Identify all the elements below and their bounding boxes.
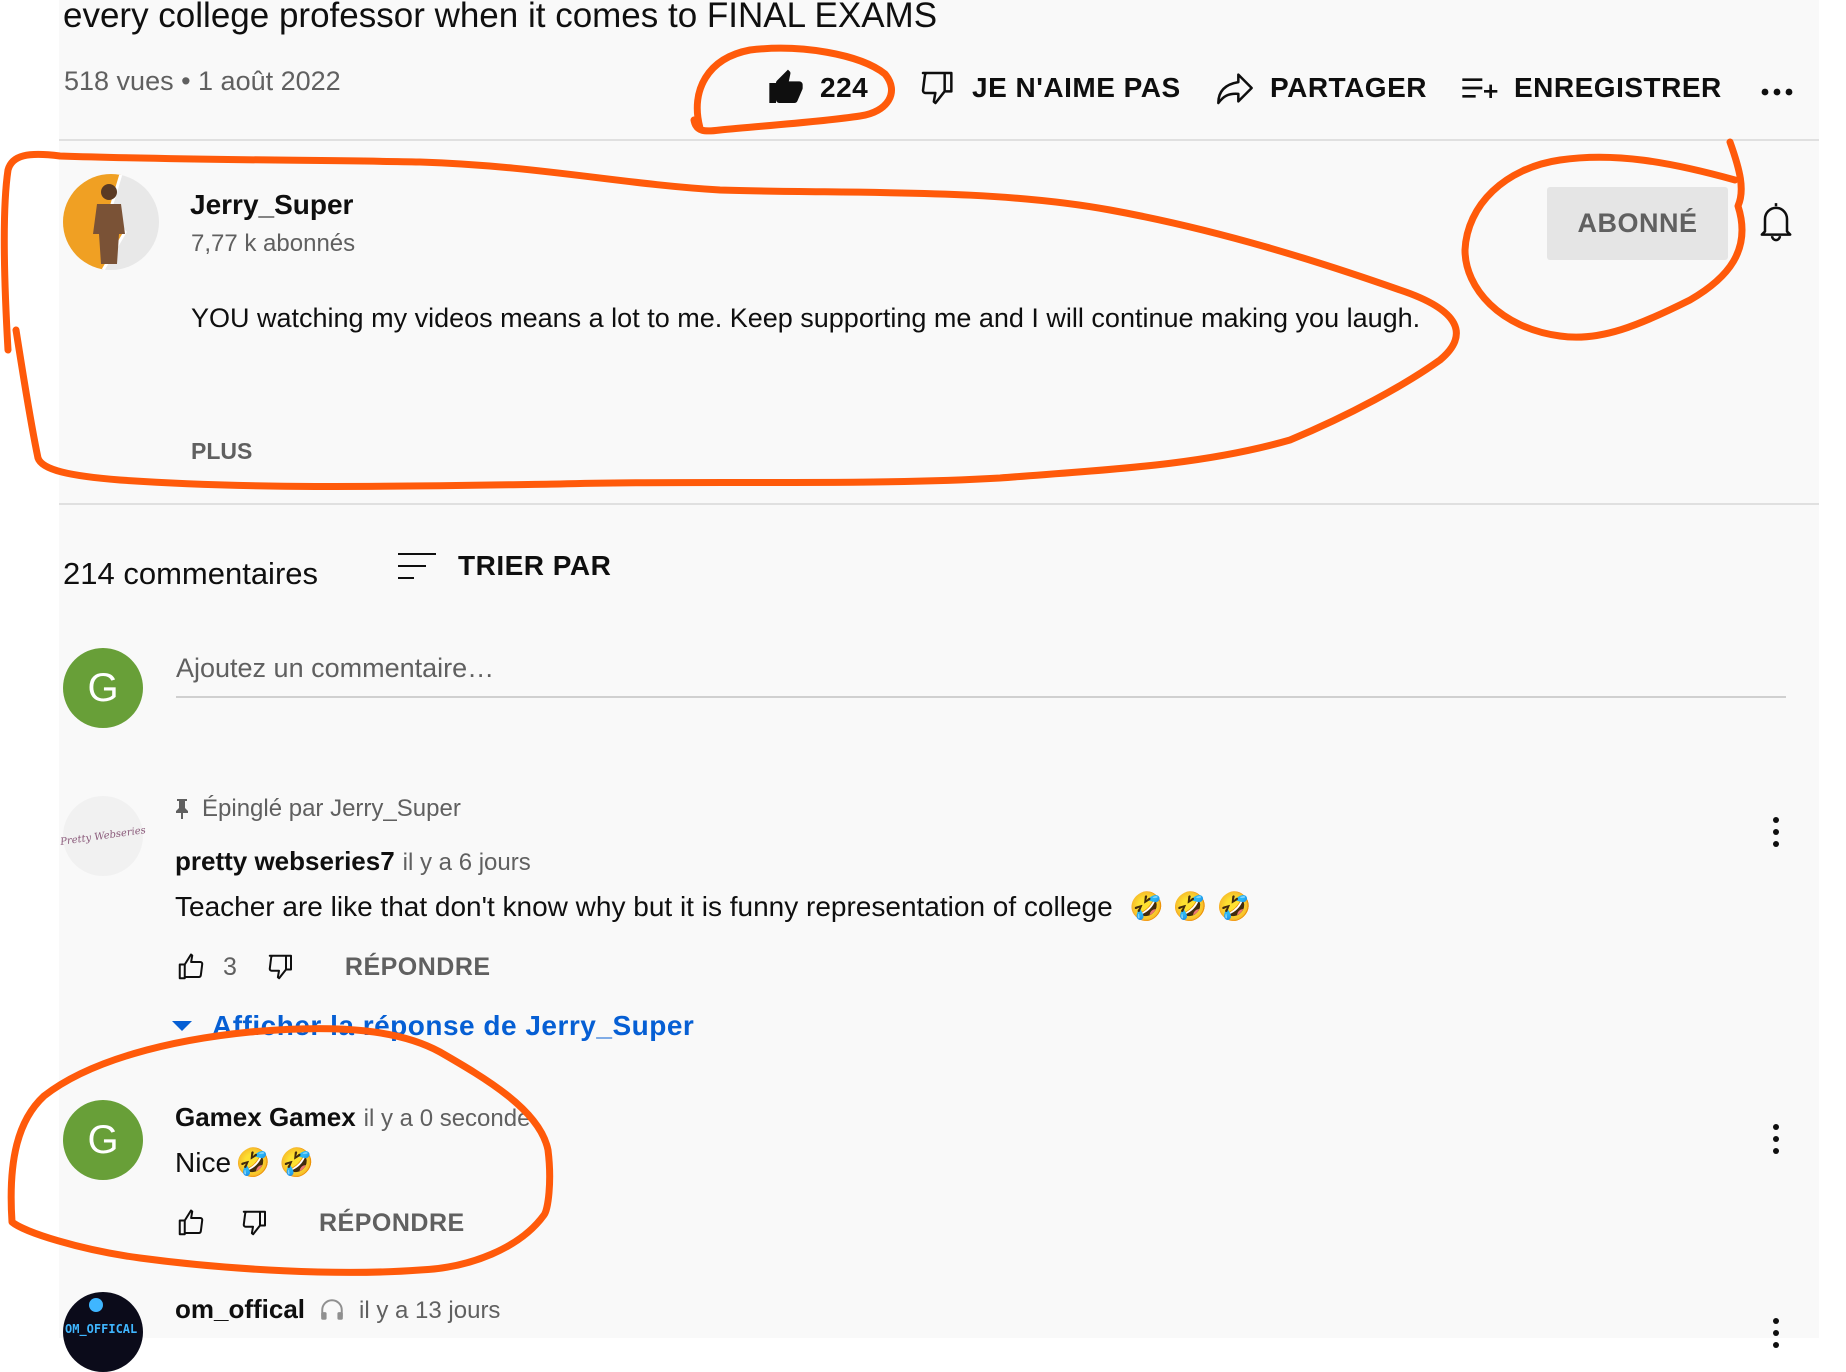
thumbs-down-icon[interactable] xyxy=(265,952,297,982)
thumbs-up-icon[interactable] xyxy=(175,1208,207,1238)
divider xyxy=(59,503,1819,505)
avatar-dot xyxy=(89,1298,103,1312)
subscriber-count: 7,77 k abonnés xyxy=(191,230,356,257)
pin-icon xyxy=(174,798,190,820)
comment-text: Teacher are like that don't know why but… xyxy=(175,891,1113,922)
show-replies-label: Afficher la réponse de Jerry_Super xyxy=(212,1010,695,1041)
sort-label: TRIER PAR xyxy=(458,550,612,581)
thumbs-down-icon[interactable] xyxy=(239,1208,271,1238)
add-comment-input[interactable]: Ajoutez un commentaire… xyxy=(176,653,494,684)
comment-time[interactable]: il y a 6 jours xyxy=(403,849,531,877)
user-avatar: G xyxy=(63,648,143,728)
save-button[interactable]: ENREGISTRER xyxy=(1458,64,1722,112)
thumbs-up-icon[interactable] xyxy=(175,952,207,982)
subscribed-button[interactable]: ABONNÉ xyxy=(1547,187,1728,260)
thumbs-up-filled-icon xyxy=(766,68,806,108)
avatar-logo-text: OM_OFFICAL xyxy=(65,1322,138,1336)
comment-header: Gamex Gamex il y a 0 seconde xyxy=(175,1102,530,1133)
notification-bell-icon[interactable] xyxy=(1757,200,1795,244)
like-count: 224 xyxy=(820,72,869,103)
dislike-label: JE N'AIME PAS xyxy=(972,72,1181,103)
more-horizontal-icon xyxy=(1760,64,1796,104)
like-button[interactable]: 224 xyxy=(766,64,868,112)
comment-menu-icon[interactable] xyxy=(1773,1318,1779,1354)
channel-avatar[interactable] xyxy=(63,174,159,270)
comment-menu-icon[interactable] xyxy=(1773,1124,1779,1160)
video-meta: 518 vues • 1 août 2022 xyxy=(64,66,341,96)
pinned-text: Épinglé par Jerry_Super xyxy=(202,795,461,822)
more-actions-button[interactable] xyxy=(1760,60,1796,108)
headphones-icon xyxy=(319,1297,345,1323)
add-comment-underline xyxy=(176,696,1786,698)
comment-emoji: 🤣 🤣 🤣 xyxy=(1129,890,1252,923)
share-button[interactable]: PARTAGER xyxy=(1214,64,1427,112)
commenter-avatar[interactable]: OM_OFFICAL xyxy=(63,1292,143,1372)
comment-header: om_offical il y a 13 jours xyxy=(175,1294,500,1325)
comment-emoji: 🤣 🤣 xyxy=(235,1146,315,1179)
sort-icon xyxy=(398,550,436,582)
comment-count: 214 commentaires xyxy=(63,556,319,591)
commenter-avatar[interactable]: G xyxy=(63,1100,143,1180)
comment-menu-icon[interactable] xyxy=(1773,817,1779,853)
comment-time[interactable]: il y a 13 jours xyxy=(359,1297,500,1325)
sort-button[interactable]: TRIER PAR xyxy=(398,550,611,582)
video-description: YOU watching my videos means a lot to me… xyxy=(191,303,1421,333)
divider xyxy=(59,139,1819,141)
video-title: every college professor when it comes to… xyxy=(63,0,938,35)
reply-button[interactable]: RÉPONDRE xyxy=(345,953,491,982)
comment-author[interactable]: pretty webseries7 xyxy=(175,846,395,877)
share-arrow-icon xyxy=(1214,68,1256,108)
comment-body: Nice 🤣 🤣 xyxy=(175,1146,314,1179)
comment-text: Nice xyxy=(175,1147,232,1178)
reply-button[interactable]: RÉPONDRE xyxy=(319,1209,465,1238)
thumbs-down-icon xyxy=(918,68,958,108)
like-count: 3 xyxy=(223,952,237,981)
share-label: PARTAGER xyxy=(1270,72,1427,103)
avatar-logo-text: Pretty Webseries xyxy=(59,824,147,848)
save-label: ENREGISTRER xyxy=(1514,72,1722,103)
comment-actions: 3 RÉPONDRE xyxy=(175,952,491,982)
commenter-avatar[interactable]: Pretty Webseries xyxy=(60,796,146,876)
show-replies-button[interactable]: Afficher la réponse de Jerry_Super xyxy=(172,1010,694,1042)
comment-header: pretty webseries7 il y a 6 jours xyxy=(175,846,531,877)
comment-time[interactable]: il y a 0 seconde xyxy=(364,1105,531,1133)
comment-body: Teacher are like that don't know why but… xyxy=(175,890,1252,923)
channel-name[interactable]: Jerry_Super xyxy=(190,189,353,221)
caret-down-icon xyxy=(172,1019,192,1033)
playlist-add-icon xyxy=(1458,68,1500,108)
comment-author[interactable]: Gamex Gamex xyxy=(175,1102,356,1133)
comment-actions: RÉPONDRE xyxy=(175,1208,465,1238)
comment-author[interactable]: om_offical xyxy=(175,1294,305,1325)
dislike-button[interactable]: JE N'AIME PAS xyxy=(918,64,1181,112)
pinned-label: Épinglé par Jerry_Super xyxy=(174,795,461,823)
show-more-button[interactable]: PLUS xyxy=(191,438,252,465)
